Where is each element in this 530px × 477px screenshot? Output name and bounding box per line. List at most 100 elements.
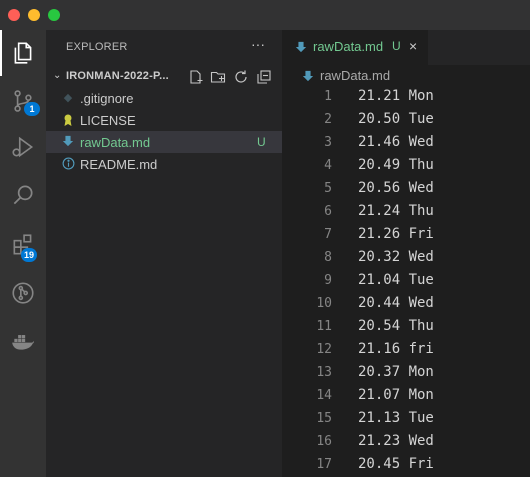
editor-line: 17 20.45 Fri — [282, 455, 530, 477]
line-number: 13 — [316, 365, 332, 380]
editor-line: 14 21.07 Mon — [282, 386, 530, 409]
git-graph-activity-button[interactable] — [0, 270, 46, 316]
new-file-icon[interactable] — [188, 69, 204, 85]
tab-git-status: U — [392, 39, 401, 53]
run-debug-activity-button[interactable] — [0, 124, 46, 170]
workspace-folder-header[interactable]: ⌄ IRONMAN-2022-P... — [46, 66, 282, 88]
source-control-badge: 1 — [24, 102, 40, 116]
line-text: 21.46 Wed — [358, 134, 434, 150]
extensions-badge: 19 — [21, 248, 37, 262]
editor-line: 3 21.46 Wed — [282, 133, 530, 156]
explorer-activity-button[interactable] — [0, 30, 46, 76]
more-actions-button[interactable]: ··· — [251, 36, 265, 52]
close-icon[interactable]: × — [409, 38, 417, 54]
title-bar — [0, 0, 530, 30]
folder-name: IRONMAN-2022-P... — [66, 70, 169, 82]
zoom-window-button[interactable] — [48, 9, 60, 21]
markdown-icon — [302, 70, 314, 82]
editor-line: 12 21.16 fri — [282, 340, 530, 363]
license-icon — [61, 113, 75, 127]
file-name: .gitignore — [80, 91, 134, 106]
line-text: 20.54 Thu — [358, 318, 434, 334]
new-folder-icon[interactable] — [210, 69, 226, 85]
file-item-readme[interactable]: README.md — [46, 153, 282, 175]
docker-icon — [12, 335, 34, 350]
file-name: LICENSE — [80, 113, 136, 128]
editor-line: 16 21.23 Wed — [282, 432, 530, 455]
line-text: 21.26 Fri — [358, 226, 434, 242]
editor-tab-bar: rawData.md U × — [282, 30, 530, 65]
chevron-down-icon: ⌄ — [53, 70, 62, 81]
editor-line: 2 20.50 Tue — [282, 110, 530, 133]
line-text: 21.23 Wed — [358, 433, 434, 449]
file-name: rawData.md — [80, 135, 151, 150]
line-number: 6 — [324, 204, 332, 219]
line-number: 11 — [316, 319, 332, 334]
markdown-icon — [295, 41, 307, 53]
line-number: 10 — [316, 296, 332, 311]
line-number: 2 — [324, 112, 332, 127]
tab-label: rawData.md — [313, 39, 384, 54]
search-activity-button[interactable] — [0, 172, 46, 218]
editor-line: 10 20.44 Wed — [282, 294, 530, 317]
line-text: 21.16 fri — [358, 341, 434, 357]
breadcrumb-item[interactable]: rawData.md — [320, 68, 390, 83]
line-text: 20.45 Fri — [358, 456, 434, 472]
line-text: 20.49 Thu — [358, 157, 434, 173]
git-status-badge: U — [257, 135, 266, 149]
line-text: 20.50 Tue — [358, 111, 434, 127]
line-number: 9 — [324, 273, 332, 288]
editor-line: 8 20.32 Wed — [282, 248, 530, 271]
line-number: 5 — [324, 181, 332, 196]
line-text: 20.37 Mon — [358, 364, 434, 380]
editor-line: 4 20.49 Thu — [282, 156, 530, 179]
line-number: 4 — [324, 158, 332, 173]
explorer-sidebar: EXPLORER ··· ⌄ IRONMAN-2022-P... ◆ .giti… — [46, 30, 282, 477]
search-icon — [13, 185, 33, 205]
run-debug-icon — [12, 136, 34, 158]
docker-activity-button[interactable] — [0, 318, 46, 364]
line-number: 7 — [324, 227, 332, 242]
line-text: 20.32 Wed — [358, 249, 434, 265]
editor-line: 13 20.37 Mon — [282, 363, 530, 386]
minimize-window-button[interactable] — [28, 9, 40, 21]
line-text: 21.07 Mon — [358, 387, 434, 403]
line-text: 21.04 Tue — [358, 272, 434, 288]
file-name: README.md — [80, 157, 158, 172]
source-control-activity-button[interactable]: 1 — [0, 78, 46, 124]
line-text: 21.21 Mon — [358, 88, 434, 104]
refresh-icon[interactable] — [233, 69, 249, 85]
line-number: 15 — [316, 411, 332, 426]
line-number: 17 — [316, 457, 332, 472]
file-item-gitignore[interactable]: ◆ .gitignore — [46, 87, 282, 109]
extensions-activity-button[interactable]: 19 — [0, 222, 46, 268]
git-graph-icon — [12, 282, 34, 304]
line-number: 12 — [316, 342, 332, 357]
line-number: 1 — [324, 89, 332, 104]
file-item-rawdata[interactable]: rawData.md U — [46, 131, 282, 153]
info-icon — [61, 157, 75, 171]
breadcrumb: rawData.md — [282, 65, 530, 87]
collapse-all-icon[interactable] — [256, 69, 272, 85]
line-number: 8 — [324, 250, 332, 265]
files-icon — [14, 42, 32, 64]
editor-line: 6 21.24 Thu — [282, 202, 530, 225]
code-editor[interactable]: 1 21.21 Mon 2 20.50 Tue 3 21.46 Wed 4 20.49 … — [282, 87, 530, 477]
editor-line: 11 20.54 Thu — [282, 317, 530, 340]
activity-bar: 1 19 — [0, 30, 46, 477]
close-window-button[interactable] — [8, 9, 20, 21]
editor-line: 15 21.13 Tue — [282, 409, 530, 432]
editor-line: 7 21.26 Fri — [282, 225, 530, 248]
editor-line: 1 21.21 Mon — [282, 87, 530, 110]
line-text: 20.44 Wed — [358, 295, 434, 311]
explorer-title: EXPLORER — [66, 41, 128, 53]
line-number: 3 — [324, 135, 332, 150]
tab-rawdata[interactable]: rawData.md U × — [282, 30, 428, 65]
line-number: 16 — [316, 434, 332, 449]
line-text: 21.13 Tue — [358, 410, 434, 426]
gitignore-icon: ◆ — [63, 92, 73, 104]
editor-line: 9 21.04 Tue — [282, 271, 530, 294]
markdown-icon — [61, 135, 75, 149]
file-item-license[interactable]: LICENSE — [46, 109, 282, 131]
line-text: 20.56 Wed — [358, 180, 434, 196]
